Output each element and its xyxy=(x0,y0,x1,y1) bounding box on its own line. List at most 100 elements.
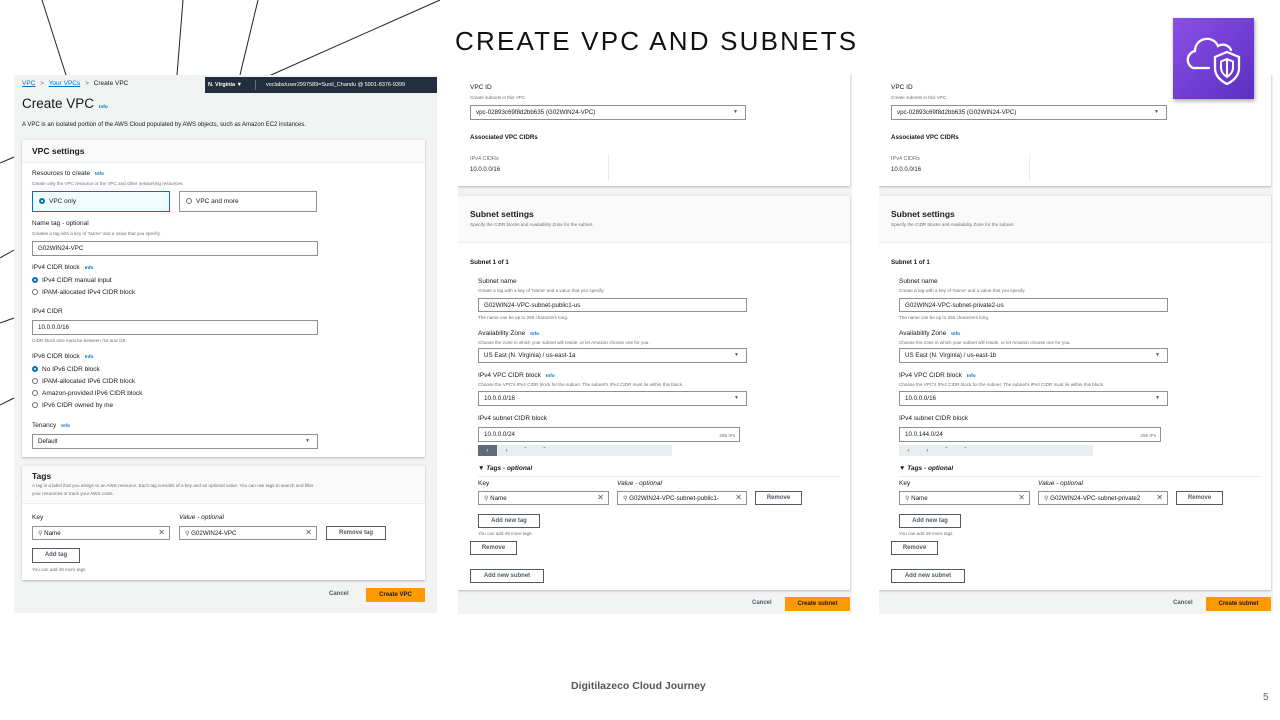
vpc-cidr-select[interactable]: 10.0.0.0/16 xyxy=(899,391,1168,406)
chevron-right-icon[interactable]: › xyxy=(497,445,516,456)
vpc-id-select[interactable]: vpc-02893c69f8d2bb635 (G02WIN24-VPC) xyxy=(470,105,746,120)
vpc-cidr-select[interactable]: 10.0.0.0/16 xyxy=(478,391,747,406)
create-subnet-public-screenshot: VPC ID Create subnets in this VPC. vpc-0… xyxy=(458,75,852,614)
chevron-left-icon[interactable]: ‹ xyxy=(478,445,497,456)
radio-unselected xyxy=(32,390,38,397)
name-tag-help: Creates a tag with a key of 'Name' and a… xyxy=(32,231,161,236)
add-new-tag-button[interactable]: Add new tag xyxy=(478,514,540,528)
radio-unselected xyxy=(32,289,38,296)
divider xyxy=(478,476,840,477)
search-icon: ⚲ xyxy=(185,531,190,537)
chevron-right-icon[interactable]: › xyxy=(918,445,937,456)
clear-icon[interactable]: ✕ xyxy=(1156,494,1163,502)
radio-ipv4-ipam[interactable]: IPAM-allocated IPv4 CIDR block xyxy=(32,289,135,296)
breadcrumb-vpc[interactable]: VPC xyxy=(22,80,35,87)
vpc-settings-title: VPC settings xyxy=(32,146,85,156)
create-subnet-button[interactable]: Create subnet xyxy=(785,597,850,611)
add-new-subnet-button[interactable]: Add new subnet xyxy=(891,569,965,583)
page-number: 5 xyxy=(1263,692,1269,703)
breadcrumb-your-vpcs[interactable]: Your VPCs xyxy=(49,80,81,87)
chevron-left-icon[interactable]: ‹ xyxy=(899,445,918,456)
tags-toggle[interactable]: ▼ Tags - optional xyxy=(899,465,953,472)
remove-tag-button[interactable]: Remove xyxy=(755,491,802,505)
remove-subnet-button[interactable]: Remove xyxy=(891,541,938,555)
add-new-subnet-button[interactable]: Add new subnet xyxy=(470,569,544,583)
divider xyxy=(608,154,609,181)
account-menu[interactable]: voclabs/user2997589=Sunil_Chandu @ 5901-… xyxy=(266,77,405,93)
info-link[interactable]: Info xyxy=(61,424,70,429)
ip-count: 256 IPs xyxy=(1140,433,1156,438)
region-selector[interactable]: N. Virginia ▼ xyxy=(208,82,242,88)
resource-option-vpc-and-more[interactable]: VPC and more xyxy=(179,191,317,212)
info-link[interactable]: Info xyxy=(530,332,539,337)
tags-title: Tags xyxy=(32,471,52,481)
radio-ipv6-amazon[interactable]: Amazon-provided IPv6 CIDR block xyxy=(32,390,142,397)
info-link[interactable]: Info xyxy=(99,105,108,110)
info-link[interactable]: Info xyxy=(951,332,960,337)
vpc-cidr-help: Choose the VPC's IPv4 CIDR block for the… xyxy=(899,382,1105,387)
vpc-cidr-label: IPv4 VPC CIDR block xyxy=(899,372,962,379)
subnet-settings-desc: Specify the CIDR blocks and Availability… xyxy=(891,222,1015,227)
chevron-up-icon[interactable]: ˆ xyxy=(516,445,535,456)
add-new-tag-button[interactable]: Add new tag xyxy=(899,514,961,528)
clear-icon[interactable]: ✕ xyxy=(305,529,312,537)
radio-ipv6-owned[interactable]: IPv6 CIDR owned by me xyxy=(32,402,113,409)
tenancy-label: Tenancy xyxy=(32,422,57,429)
page-title-text: Create VPC xyxy=(22,96,95,111)
chevron-up-icon[interactable]: ˆ xyxy=(937,445,956,456)
value-label: Value - optional xyxy=(1038,480,1083,487)
info-link[interactable]: Info xyxy=(85,355,94,360)
tag-value-input[interactable]: ⚲ G02WIN24-VPC-subnet-private2 ✕ xyxy=(1038,491,1168,505)
info-link[interactable]: Info xyxy=(967,374,976,379)
create-vpc-button[interactable]: Create VPC xyxy=(366,588,425,602)
cancel-button[interactable]: Cancel xyxy=(1173,600,1193,606)
tags-toggle[interactable]: ▼ Tags - optional xyxy=(478,465,532,472)
subnet-count: Subnet 1 of 1 xyxy=(470,259,509,266)
tag-value-input[interactable]: ⚲ G02WIN24-VPC-subnet-public1- ✕ xyxy=(617,491,747,505)
tag-key-input[interactable]: ⚲ Name ✕ xyxy=(478,491,609,505)
remove-tag-button[interactable]: Remove tag xyxy=(326,526,386,540)
subnet-cidr-label: IPv4 subnet CIDR block xyxy=(478,415,548,422)
subnet-cidr-input[interactable]: 10.0.144.0/24 256 IPs xyxy=(899,427,1161,442)
search-icon: ⚲ xyxy=(38,531,43,537)
create-subnet-button[interactable]: Create subnet xyxy=(1206,597,1271,611)
subnet-cidr-input[interactable]: 10.0.0.0/24 256 IPs xyxy=(478,427,740,442)
ipv4-cidr-help: CIDR block size must be between /16 and … xyxy=(32,338,127,343)
tag-key-input[interactable]: ⚲ Name ✕ xyxy=(32,526,170,540)
clear-icon[interactable]: ✕ xyxy=(158,529,165,537)
radio-ipv4-manual[interactable]: IPv4 CIDR manual input xyxy=(32,277,112,284)
subnet-name-input[interactable]: G02WIN24-VPC-subnet-private2-us xyxy=(899,298,1168,312)
vpc-cidr-label: IPv4 VPC CIDR block xyxy=(478,372,541,379)
radio-selected xyxy=(32,277,38,284)
add-tag-button[interactable]: Add tag xyxy=(32,548,80,563)
tags-card: Tags A tag is a label that you assign to… xyxy=(22,465,425,580)
clear-icon[interactable]: ✕ xyxy=(1018,494,1025,502)
info-link[interactable]: Info xyxy=(95,172,104,177)
subnet-name-input[interactable]: G02WIN24-VPC-subnet-public1-us xyxy=(478,298,747,312)
az-select[interactable]: US East (N. Virginia) / us-east-1b xyxy=(899,348,1168,363)
resource-option-vpc-only[interactable]: VPC only xyxy=(32,191,170,212)
az-select[interactable]: US East (N. Virginia) / us-east-1a xyxy=(478,348,747,363)
ipv4-cidr-input[interactable]: 10.0.0.0/16 xyxy=(32,320,318,335)
value-label: Value - optional xyxy=(617,480,662,487)
remove-subnet-button[interactable]: Remove xyxy=(470,541,517,555)
cancel-button[interactable]: Cancel xyxy=(329,591,349,597)
radio-no-ipv6[interactable]: No IPv6 CIDR block xyxy=(32,366,100,373)
vpc-settings-card: VPC settings Resources to create Info Cre… xyxy=(22,139,425,457)
clear-icon[interactable]: ✕ xyxy=(597,494,604,502)
name-tag-input[interactable]: G02WIN24-VPC xyxy=(32,241,318,256)
remove-tag-button[interactable]: Remove xyxy=(1176,491,1223,505)
subnet-settings-card: Subnet settings Specify the CIDR blocks … xyxy=(458,195,850,590)
tag-value-input[interactable]: ⚲ G02WIN24-VPC ✕ xyxy=(179,526,317,540)
info-link[interactable]: Info xyxy=(85,266,94,271)
tag-key-input[interactable]: ⚲ Name ✕ xyxy=(899,491,1030,505)
chevron-down-icon[interactable]: ˇ xyxy=(535,445,554,456)
clear-icon[interactable]: ✕ xyxy=(735,494,742,502)
radio-ipv6-ipam[interactable]: IPAM-allocated IPv6 CIDR block xyxy=(32,378,135,385)
vpc-id-select[interactable]: vpc-02893c69f8d2bb635 (G02WIN24-VPC) xyxy=(891,105,1167,120)
info-link[interactable]: Info xyxy=(546,374,555,379)
divider xyxy=(899,476,1261,477)
tenancy-select[interactable]: Default xyxy=(32,434,318,449)
cancel-button[interactable]: Cancel xyxy=(752,600,772,606)
chevron-down-icon[interactable]: ˇ xyxy=(956,445,975,456)
